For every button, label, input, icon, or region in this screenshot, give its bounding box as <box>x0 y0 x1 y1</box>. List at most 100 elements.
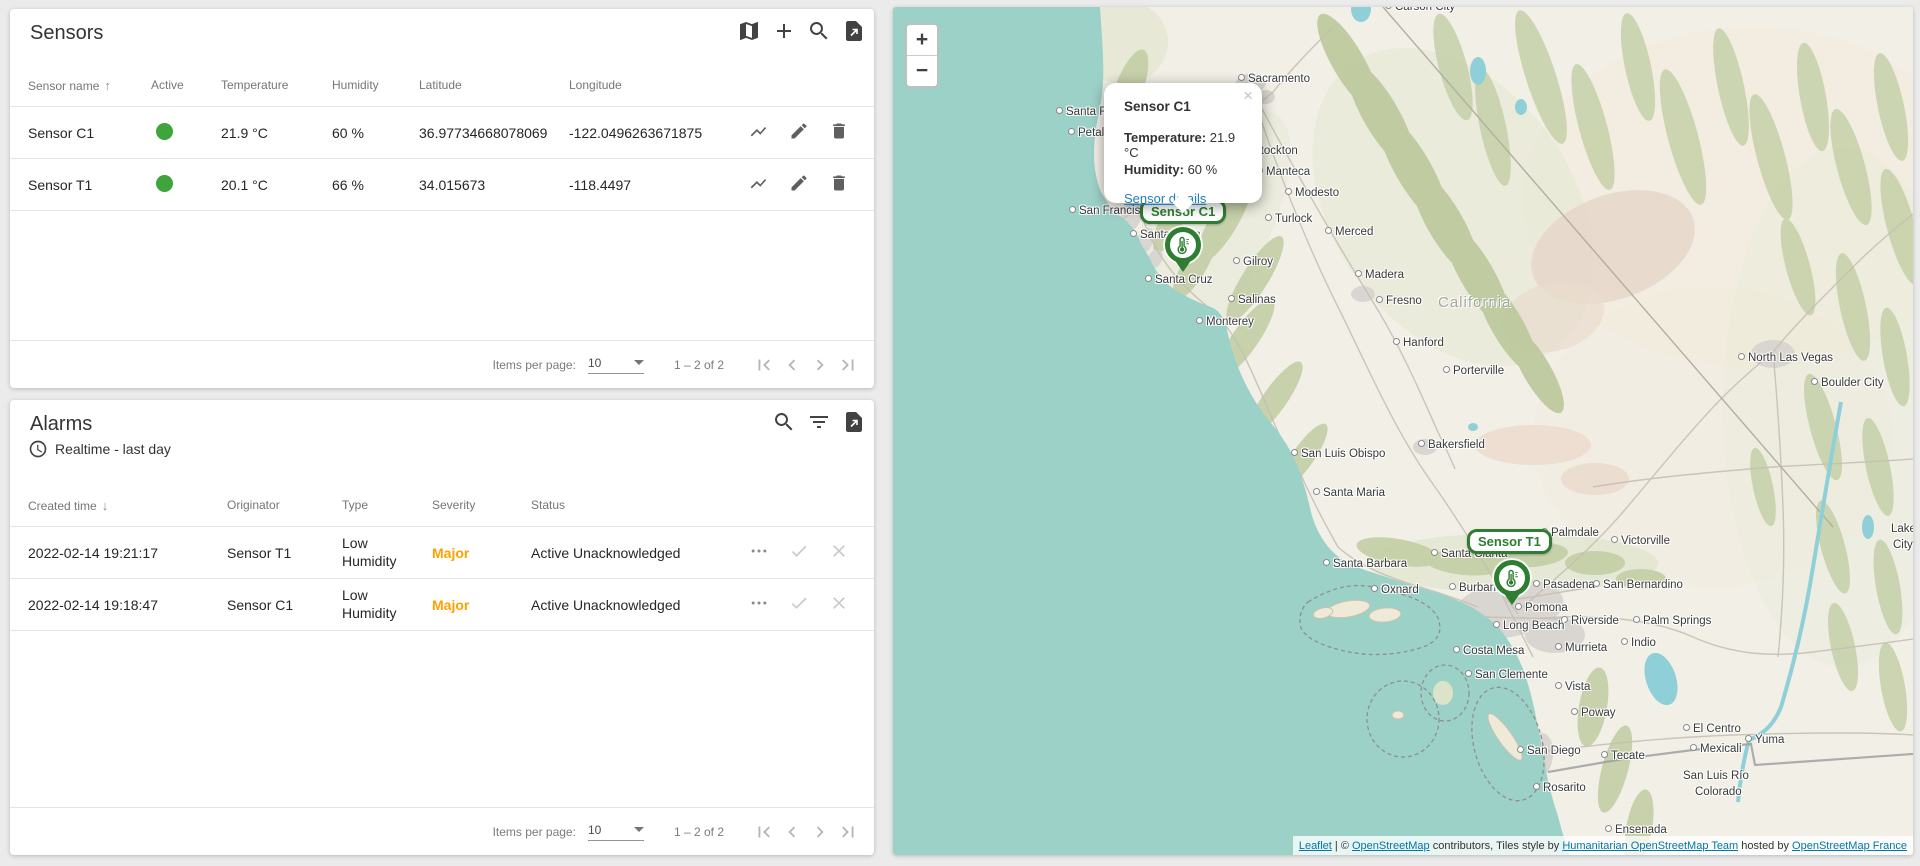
severity-cell: Major <box>432 597 531 613</box>
map-city-label: Mexicali <box>1690 743 1742 755</box>
popup-close-icon[interactable]: × <box>1243 87 1253 104</box>
export-icon[interactable] <box>842 19 866 43</box>
map-city-label: Gilroy <box>1233 256 1273 268</box>
previous-page-button[interactable] <box>778 818 806 846</box>
first-page-button[interactable] <box>750 818 778 846</box>
clear-alarm-icon[interactable] <box>829 593 849 616</box>
previous-page-button[interactable] <box>778 351 806 379</box>
filter-icon[interactable] <box>807 410 831 434</box>
map-city-label: Yuma <box>1745 734 1784 746</box>
alarms-toolbar <box>772 410 866 434</box>
map-city-label: Bakersfield <box>1418 439 1485 451</box>
alarms-timewindow[interactable]: Realtime - last day <box>28 439 171 459</box>
column-header-type[interactable]: Type <box>342 498 432 512</box>
map-city-label: Turlock <box>1265 213 1312 225</box>
temperature-cell: 20.1 °C <box>221 177 332 193</box>
table-row[interactable]: Sensor C1 21.9 °C 60 % 36.97734668078069… <box>10 107 874 159</box>
acknowledge-icon[interactable] <box>789 593 809 616</box>
delete-icon[interactable] <box>829 173 849 196</box>
actions-menu-icon[interactable] <box>749 593 769 616</box>
column-header-severity[interactable]: Severity <box>432 498 531 512</box>
chevron-down-icon <box>634 360 644 365</box>
column-header-created-time[interactable]: Created time↓ <box>28 498 227 513</box>
add-entity-icon[interactable] <box>772 19 796 43</box>
column-header-longitude[interactable]: Longitude <box>569 78 709 92</box>
delete-icon[interactable] <box>829 121 849 144</box>
map-city-label: Salinas <box>1228 294 1276 306</box>
timewindow-label: Realtime - last day <box>55 441 171 457</box>
column-header-latitude[interactable]: Latitude <box>419 78 569 92</box>
map-city-label: Oxnard <box>1371 584 1419 596</box>
thermometer-icon <box>1502 568 1522 588</box>
search-icon[interactable] <box>807 19 831 43</box>
table-row[interactable]: 2022-02-14 19:18:47 Sensor C1 Low Humidi… <box>10 579 874 631</box>
status-cell: Active Unacknowledged <box>531 545 711 561</box>
map-city-label: Santa Maria <box>1313 487 1385 499</box>
hot-link[interactable]: Humanitarian OpenStreetMap Team <box>1562 840 1738 852</box>
page-size-select[interactable]: 10 <box>588 356 644 374</box>
sensor-details-link[interactable]: Sensor details <box>1124 191 1206 206</box>
edit-icon[interactable] <box>789 121 809 144</box>
zoom-out-button[interactable]: − <box>907 56 937 86</box>
active-status-dot <box>156 123 173 140</box>
map-tiles <box>893 7 1913 855</box>
zoom-in-button[interactable]: + <box>907 25 937 56</box>
map-widget[interactable]: Carson City Sacramento Santa Rosa Petalu… <box>893 7 1913 855</box>
map-city-label: Monterey <box>1196 316 1254 328</box>
acknowledge-icon[interactable] <box>789 541 809 564</box>
page-size-select[interactable]: 10 <box>588 823 644 841</box>
map-city-label: San Diego <box>1517 745 1581 757</box>
clear-alarm-icon[interactable] <box>829 541 849 564</box>
map-city-label: Victorville <box>1611 535 1670 547</box>
column-header-sensor-name[interactable]: Sensor name↑ <box>28 78 151 93</box>
timeseries-icon[interactable] <box>749 173 769 196</box>
table-row[interactable]: Sensor T1 20.1 °C 66 % 34.015673 -118.44… <box>10 159 874 211</box>
map-city-label: Lake Havasu <box>1891 523 1913 535</box>
map-city-label: Riverside <box>1561 615 1619 627</box>
search-icon[interactable] <box>772 410 796 434</box>
column-header-originator[interactable]: Originator <box>227 498 342 512</box>
edit-icon[interactable] <box>789 173 809 196</box>
map-city-label: Hanford <box>1393 337 1444 349</box>
sensor-marker-pin[interactable] <box>1165 227 1201 263</box>
next-page-button[interactable] <box>806 351 834 379</box>
chevron-down-icon <box>634 827 644 832</box>
sensors-title: Sensors <box>30 22 103 45</box>
originator-cell: Sensor C1 <box>227 597 342 613</box>
temperature-cell: 21.9 °C <box>221 125 332 141</box>
map-city-label: San Bernardino <box>1593 579 1683 591</box>
map-city-label: Long Beach <box>1493 620 1564 632</box>
sort-asc-icon: ↑ <box>104 78 111 93</box>
first-page-button[interactable] <box>750 351 778 379</box>
export-icon[interactable] <box>842 410 866 434</box>
alarms-title: Alarms <box>30 413 92 436</box>
map-city-label: Pomona <box>1515 602 1568 614</box>
map-city-label: Porterville <box>1443 365 1504 377</box>
sort-desc-icon: ↓ <box>102 498 109 513</box>
column-header-active[interactable]: Active <box>151 78 221 92</box>
alarms-table-header: Created time↓ Originator Type Severity S… <box>10 484 874 527</box>
osmfr-link[interactable]: OpenStreetMap France <box>1792 840 1907 852</box>
sensor-marker-pin[interactable] <box>1494 560 1530 596</box>
sensor-name-cell: Sensor T1 <box>28 177 151 193</box>
map-city-label: Carson City <box>1385 7 1455 13</box>
column-header-temperature[interactable]: Temperature <box>221 78 332 92</box>
leaflet-link[interactable]: Leaflet <box>1299 840 1332 852</box>
timeseries-icon[interactable] <box>749 121 769 144</box>
last-page-button[interactable] <box>834 351 862 379</box>
last-page-button[interactable] <box>834 818 862 846</box>
table-row[interactable]: 2022-02-14 19:21:17 Sensor T1 Low Humidi… <box>10 527 874 579</box>
osm-link[interactable]: OpenStreetMap <box>1352 840 1430 852</box>
sensors-table-body: Sensor C1 21.9 °C 60 % 36.97734668078069… <box>10 107 874 211</box>
column-header-humidity[interactable]: Humidity <box>332 78 419 92</box>
sensor-marker-label[interactable]: Sensor T1 <box>1467 529 1552 554</box>
map-view-icon[interactable] <box>737 19 761 43</box>
items-per-page-label: Items per page: <box>493 825 576 839</box>
map-city-label: Palm Springs <box>1633 615 1711 627</box>
map-city-label: Boulder City <box>1811 377 1884 389</box>
created-time-cell: 2022-02-14 19:21:17 <box>28 545 227 561</box>
column-header-status[interactable]: Status <box>531 498 711 512</box>
actions-menu-icon[interactable] <box>749 541 769 564</box>
map-popup: × Sensor C1 Temperature: 21.9 °C Humidit… <box>1104 83 1262 203</box>
next-page-button[interactable] <box>806 818 834 846</box>
